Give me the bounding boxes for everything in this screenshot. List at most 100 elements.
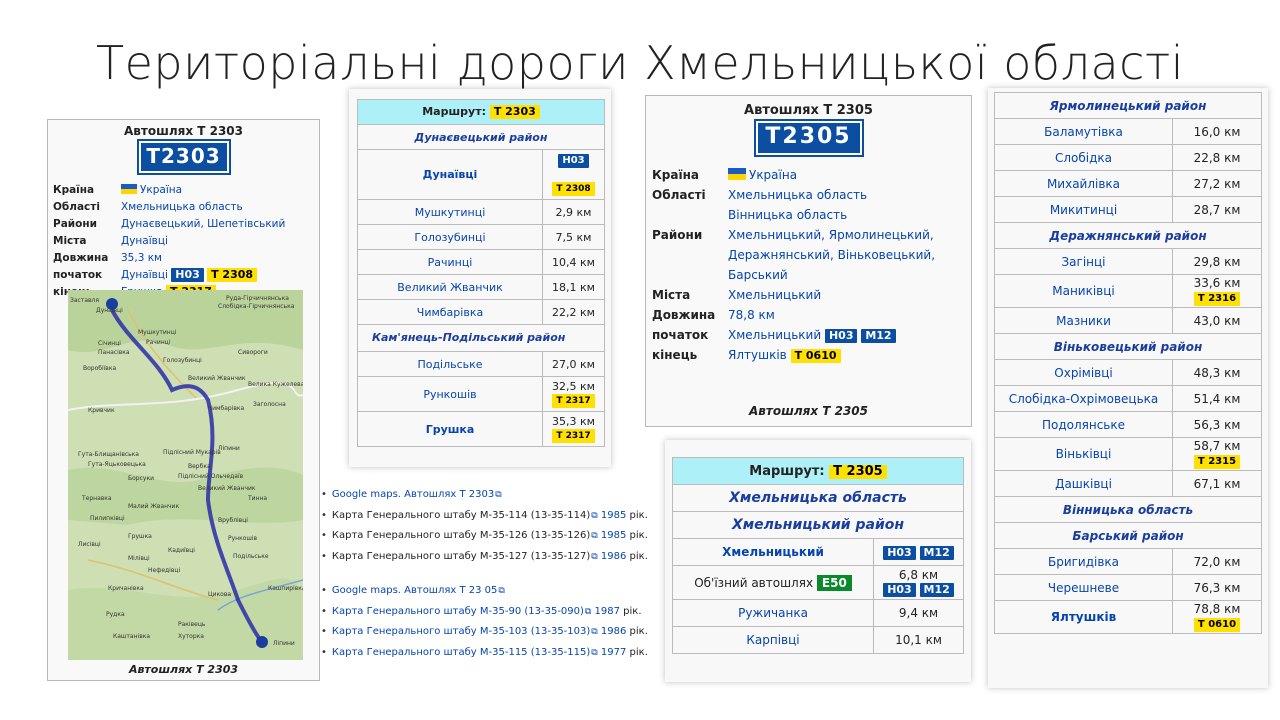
row-key: Довжина (652, 308, 716, 322)
row-link[interactable]: Дунаєвецький, Шепетівський (121, 218, 285, 230)
year-link[interactable]: 1987 (595, 606, 620, 617)
place-link[interactable]: Черешневе (994, 574, 1173, 601)
route-badge: Т 2303 (489, 105, 540, 119)
map-place-label: Гута-Яцьковецька (88, 461, 146, 468)
row-dovzhyna: Довжина 78,8 км (650, 305, 945, 325)
end-link[interactable]: Ялтушків (728, 348, 787, 362)
row-key: Області (652, 188, 706, 202)
road-badge[interactable]: T 2316 (1193, 292, 1241, 306)
road-badge[interactable]: H03 (883, 545, 916, 560)
road-badge[interactable]: T 0610 (790, 349, 841, 363)
km-value: 48,3 км (1193, 365, 1241, 380)
road-badge[interactable]: E50 (816, 574, 852, 591)
place-cell: Карпівці (672, 626, 874, 654)
place-link[interactable]: Ружичанка (738, 606, 808, 620)
row-end: кінець Ялтушків T 0610 (650, 345, 945, 365)
road-badge[interactable]: M12 (861, 329, 896, 343)
place-link[interactable]: Микитинці (994, 196, 1173, 223)
year-link[interactable]: 1985 (601, 530, 626, 541)
km-value: 67,1 км (1193, 476, 1241, 491)
km-cell: 78,8 км T 0610 (1172, 600, 1262, 634)
reference-link[interactable]: Карта Генерального штабу М-35-103 (13-35… (332, 626, 590, 637)
place-link[interactable]: Слобідка (994, 144, 1173, 171)
map-place-label: Вербка (188, 463, 211, 470)
route-label: Маршрут: (749, 463, 825, 479)
road-badge[interactable]: H03 (883, 583, 916, 597)
km-cell: 7,5 км (542, 224, 605, 250)
oblast-link[interactable]: Хмельницька область (728, 188, 867, 202)
city-link[interactable]: Хмельницький (726, 285, 945, 305)
road-badge[interactable]: M12 (919, 545, 954, 560)
reference-link[interactable]: Карта Генерального штабу М-35-115 (13-35… (332, 647, 590, 658)
km-cell: 9,4 км (873, 599, 964, 627)
road-badge[interactable]: T 2315 (1193, 455, 1241, 469)
reference-link[interactable]: Карта Генерального штабу М-35-114 (13-35… (332, 510, 590, 521)
road-badge[interactable]: T 2317 (552, 429, 595, 443)
road-badge[interactable]: H03 (171, 267, 204, 282)
road-badge[interactable]: T 2308 (207, 267, 258, 282)
place-link[interactable]: Дашківці (994, 470, 1173, 497)
oblast-link[interactable]: Вінницька область (728, 208, 847, 222)
place-link[interactable]: Дунаївці (357, 149, 543, 200)
year-link[interactable]: 1977 (601, 647, 626, 658)
map-place-label: Ліпини (273, 640, 295, 647)
place-link[interactable]: Віньківці (994, 437, 1173, 471)
row-value: Україна (726, 165, 945, 185)
road-badge[interactable]: T 0610 (1193, 618, 1241, 632)
place-link[interactable]: Слобідка-Охрімовецька (994, 385, 1173, 412)
start-link[interactable]: Хмельницький (728, 328, 821, 342)
place-link[interactable]: Чимбарівка (357, 299, 543, 325)
place-link[interactable]: Голозубинці (357, 224, 543, 250)
place-link[interactable]: Мушкутинці (357, 199, 543, 225)
row-link[interactable]: Україна (140, 184, 182, 196)
km-value: 58,7 км (1193, 439, 1241, 453)
road-badge[interactable]: H03 (558, 154, 589, 168)
place-link[interactable]: Рункошів (357, 376, 543, 412)
place-link[interactable]: Ялтушків (994, 600, 1173, 634)
row-key: початок (53, 268, 103, 281)
reference-tail: рік. (626, 550, 648, 562)
reference-link[interactable]: Карта Генерального штабу М-35-90 (13-35-… (332, 606, 584, 617)
place-link[interactable]: Об'їзний автошлях (694, 576, 813, 590)
external-link-icon: ⧉ (591, 551, 598, 562)
place-link[interactable]: Маниківці (994, 274, 1173, 308)
map-place-label: Рачинці (146, 339, 171, 346)
row-link[interactable]: 35,3 км (121, 252, 162, 264)
road-badge[interactable]: H03 (824, 329, 858, 343)
place-link[interactable]: Баламутівка (994, 118, 1173, 145)
country-link[interactable]: Україна (749, 168, 797, 182)
place-link[interactable]: Рачинці (357, 249, 543, 275)
place-link[interactable]: Бригидівка (994, 548, 1173, 575)
reference-link[interactable]: Карта Генерального штабу М-35-126 (13-35… (332, 530, 590, 541)
place-link[interactable]: Охрімівці (994, 359, 1173, 386)
place-link[interactable]: Хмельницький (722, 545, 824, 559)
row-link[interactable]: Дунаївці (121, 269, 168, 281)
place-link[interactable]: Подільське (357, 351, 543, 377)
row-link[interactable]: Дунаївці (121, 235, 168, 247)
place-link[interactable]: Загінці (994, 248, 1173, 275)
map-place-label: Слобідка-Гірчичнянська (218, 303, 295, 310)
road-badge[interactable]: M12 (919, 583, 954, 597)
reference-tail: рік. (626, 509, 648, 521)
place-link[interactable]: Грушка (357, 411, 543, 447)
place-link[interactable]: Карпівці (746, 633, 799, 647)
row-link[interactable]: Хмельницька область (121, 201, 243, 213)
place-link[interactable]: Подолянське (994, 411, 1173, 438)
route-label: Маршрут: (422, 105, 486, 118)
districts-links[interactable]: Хмельницький, Ярмолинецький, Деражнянськ… (726, 225, 945, 285)
year-link[interactable]: 1986 (601, 551, 626, 562)
infobox-row: Міста Дунаївці (51, 232, 287, 249)
year-link[interactable]: 1985 (601, 510, 626, 521)
year-link[interactable]: 1986 (601, 626, 626, 637)
reference-link[interactable]: Карта Генерального штабу М-35-127 (13-35… (332, 551, 590, 562)
map-place-label: Врублівці (218, 517, 248, 524)
place-row: Михайлівка 27,2 км (994, 170, 1262, 197)
reference-link[interactable]: Google maps. Автошлях Т 2303 (332, 489, 494, 500)
place-link[interactable]: Великий Жванчик (357, 274, 543, 300)
place-link[interactable]: Мазники (994, 307, 1173, 334)
reference-link[interactable]: Google maps. Автошлях Т 23 05 (332, 585, 497, 596)
road-badge[interactable]: T 2308 (552, 182, 595, 196)
route-map[interactable]: Заставля Дунаївці Руда-Гірчичнянська Слобід… (68, 290, 303, 660)
road-badge[interactable]: T 2317 (552, 394, 595, 408)
place-link[interactable]: Михайлівка (994, 170, 1173, 197)
